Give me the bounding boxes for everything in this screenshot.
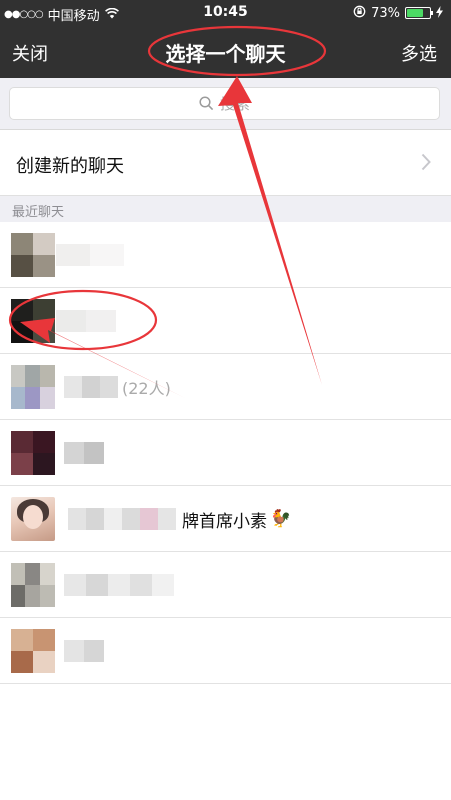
rooster-emoji: 🐓: [270, 509, 292, 529]
orientation-lock-icon: [353, 5, 366, 21]
search-bar: 搜索: [0, 78, 451, 130]
chat-item[interactable]: [0, 288, 451, 354]
chevron-right-icon: [421, 153, 431, 175]
chat-item[interactable]: [0, 618, 451, 684]
multi-select-button[interactable]: 多选: [401, 40, 437, 66]
status-bar: ●●○○○ 中国移动 10:45 73%: [0, 0, 451, 26]
chat-item[interactable]: [0, 420, 451, 486]
avatar: [11, 233, 55, 277]
avatar: [11, 497, 55, 541]
chat-name-redacted: (22人): [64, 372, 171, 402]
page-title: 选择一个聊天: [165, 42, 286, 66]
recent-chats-title: 最近聊天: [12, 205, 65, 220]
search-input[interactable]: 搜索: [9, 87, 440, 120]
avatar: [11, 299, 55, 343]
battery-icon: [405, 7, 433, 19]
avatar: [11, 629, 55, 673]
create-new-chat-item[interactable]: 创建新的聊天: [0, 131, 451, 196]
avatar: [11, 365, 55, 409]
nav-bar: 关闭 选择一个聊天 多选: [0, 26, 451, 78]
recent-chats-header: 最近聊天: [0, 196, 451, 222]
status-right: 73%: [353, 5, 443, 21]
chat-name-redacted: [56, 306, 116, 336]
recent-chat-list: (22人) 牌首席小素 🐓: [0, 222, 451, 684]
bolt-icon: [436, 5, 443, 21]
chat-name: 牌首席小素 🐓: [68, 504, 291, 534]
battery-level: [407, 9, 424, 17]
search-icon: [199, 96, 214, 111]
chat-name-redacted: [64, 636, 104, 666]
avatar: [11, 431, 55, 475]
chat-name-visible: 牌首席小素: [182, 511, 267, 532]
chat-item[interactable]: [0, 552, 451, 618]
chat-item[interactable]: [0, 222, 451, 288]
chat-name-redacted: [64, 438, 104, 468]
chat-item[interactable]: (22人): [0, 354, 451, 420]
battery-percent: 73%: [371, 5, 400, 21]
chat-name-redacted: [64, 570, 174, 600]
create-new-chat-label: 创建新的聊天: [16, 156, 124, 177]
avatar: [11, 563, 55, 607]
search-placeholder: 搜索: [219, 95, 250, 113]
chat-item[interactable]: 牌首席小素 🐓: [0, 486, 451, 552]
group-member-count: (22人): [122, 379, 171, 398]
chat-name-redacted: [56, 240, 124, 270]
